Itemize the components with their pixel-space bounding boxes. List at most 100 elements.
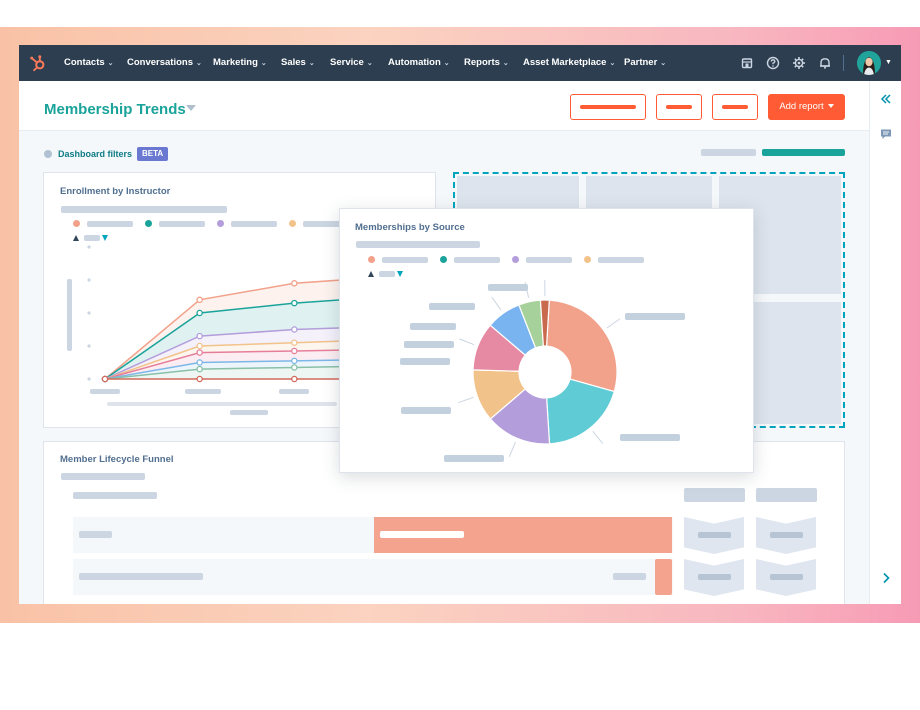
- settings-icon[interactable]: [792, 56, 806, 70]
- filter-status-dot-icon: [44, 150, 52, 158]
- column-header-placeholder: [73, 492, 157, 499]
- y-tick-mark: [87, 377, 91, 381]
- slice-leader-line: [592, 430, 604, 444]
- nav-item-sales[interactable]: Sales ⌄: [281, 45, 315, 81]
- filter-placeholder: [701, 149, 756, 156]
- dashboard-header: Membership Trends Add report: [19, 81, 869, 131]
- sources-donut-chart[interactable]: [340, 209, 755, 474]
- chevron-down-icon: ⌄: [609, 60, 616, 67]
- nav-item-asset-marketplace[interactable]: Asset Marketplace ⌄: [523, 45, 615, 81]
- slice-label-placeholder: [444, 455, 504, 462]
- notifications-icon[interactable]: [818, 56, 832, 70]
- donut-hole: [519, 346, 571, 398]
- nav-item-label: Conversations: [127, 57, 193, 68]
- help-icon[interactable]: [766, 56, 780, 70]
- nav-item-label: Asset Marketplace: [523, 57, 607, 68]
- slice-leader-line: [508, 441, 516, 457]
- nav-item-label: Automation: [388, 57, 441, 68]
- funnel-bar[interactable]: [655, 559, 672, 595]
- dashboard-action-button-3[interactable]: [712, 94, 758, 120]
- dashboard-switcher-caret-icon[interactable]: [186, 105, 196, 111]
- data-point: [291, 339, 298, 346]
- nav-item-conversations[interactable]: Conversations ⌄: [127, 45, 202, 81]
- user-avatar[interactable]: [857, 51, 881, 75]
- collapse-double-chevron-icon[interactable]: [879, 92, 893, 106]
- data-point: [196, 296, 203, 304]
- beta-badge: BETA: [137, 147, 169, 161]
- data-point: [291, 347, 298, 355]
- nav-divider: [843, 55, 844, 71]
- nav-item-marketing[interactable]: Marketing ⌄: [213, 45, 267, 81]
- x-tick-label-placeholder: [90, 389, 120, 394]
- funnel-row-label-placeholder: [79, 531, 112, 538]
- data-point: [291, 364, 298, 371]
- x-tick-label-placeholder: [279, 389, 309, 394]
- nav-item-label: Marketing: [213, 57, 258, 68]
- slice-label-placeholder: [488, 284, 528, 291]
- slice-label-placeholder: [404, 341, 454, 348]
- column-header-placeholder: [756, 488, 817, 502]
- nav-item-label: Service: [330, 57, 364, 68]
- nav-item-contacts[interactable]: Contacts ⌄: [64, 45, 114, 81]
- data-point: [196, 349, 203, 356]
- slice-label-placeholder: [401, 407, 451, 414]
- x-tick-label-placeholder: [185, 389, 221, 394]
- nav-item-label: Contacts: [64, 57, 105, 68]
- x-axis-label-placeholder: [107, 402, 337, 406]
- filter-placeholder-active[interactable]: [762, 149, 845, 156]
- nav-item-automation[interactable]: Automation ⌄: [388, 45, 450, 81]
- avatar-menu-caret-icon[interactable]: ▼: [885, 45, 892, 81]
- dashboard-title[interactable]: Membership Trends: [44, 101, 186, 118]
- chevron-down-icon: ⌄: [366, 60, 373, 67]
- add-report-caret-icon: [827, 104, 834, 109]
- marketplace-icon[interactable]: [740, 56, 754, 70]
- dashboard-filters-label[interactable]: Dashboard filters: [58, 147, 132, 161]
- funnel-row-label-placeholder: [79, 573, 203, 580]
- y-tick-mark: [87, 245, 91, 249]
- slice-leader-line: [458, 396, 474, 404]
- data-point: [291, 326, 298, 333]
- nav-item-label: Reports: [464, 57, 500, 68]
- data-point: [291, 280, 298, 287]
- dashboard-action-button-1[interactable]: [570, 94, 646, 120]
- app-window: Contacts ⌄ Conversations ⌄ Marketing ⌄ Sales ⌄ S…: [19, 45, 901, 604]
- comment-icon[interactable]: [879, 127, 893, 141]
- slice-label-placeholder: [620, 434, 680, 441]
- data-point: [291, 375, 298, 383]
- data-point: [196, 332, 203, 340]
- data-point: [196, 365, 203, 373]
- hubspot-logo-icon[interactable]: [29, 54, 47, 72]
- nav-item-label: Sales: [281, 57, 306, 68]
- dashboard-action-button-2[interactable]: [656, 94, 702, 120]
- funnel-conversion-chevron: [684, 559, 744, 596]
- data-point: [196, 359, 203, 366]
- x-axis-label-placeholder: [230, 410, 268, 415]
- memberships-by-source-card[interactable]: Memberships by Source: [339, 208, 754, 473]
- nav-item-label: Partner: [624, 57, 658, 68]
- slice-leader-line: [458, 338, 475, 346]
- slice-label-placeholder: [410, 323, 456, 330]
- nav-item-reports[interactable]: Reports ⌄: [464, 45, 509, 81]
- chevron-down-icon: ⌄: [308, 60, 315, 67]
- nav-item-service[interactable]: Service ⌄: [330, 45, 373, 81]
- chevron-down-icon: ⌄: [196, 60, 202, 67]
- expand-chevron-right-icon[interactable]: [879, 571, 893, 585]
- data-point: [196, 375, 203, 383]
- funnel-conversion-chevron: [684, 517, 744, 554]
- slice-label-placeholder: [429, 303, 475, 310]
- add-report-label: Add report: [779, 101, 824, 112]
- y-tick-mark: [87, 278, 91, 282]
- slice-leader-line: [491, 296, 502, 311]
- chevron-down-icon: ⌄: [443, 60, 450, 67]
- funnel-bar-label-placeholder: [380, 531, 464, 538]
- chevron-down-icon: ⌄: [260, 60, 267, 67]
- nav-item-partner[interactable]: Partner ⌄: [624, 45, 666, 81]
- add-report-button[interactable]: Add report: [768, 94, 845, 120]
- funnel-bar-value-placeholder: [613, 573, 646, 580]
- right-sidebar-rail: [869, 81, 901, 604]
- chevron-down-icon: ⌄: [107, 60, 114, 67]
- y-tick-mark: [87, 311, 91, 315]
- slice-label-placeholder: [400, 358, 450, 365]
- funnel-conversion-chevron: [756, 517, 816, 554]
- data-point: [291, 357, 298, 365]
